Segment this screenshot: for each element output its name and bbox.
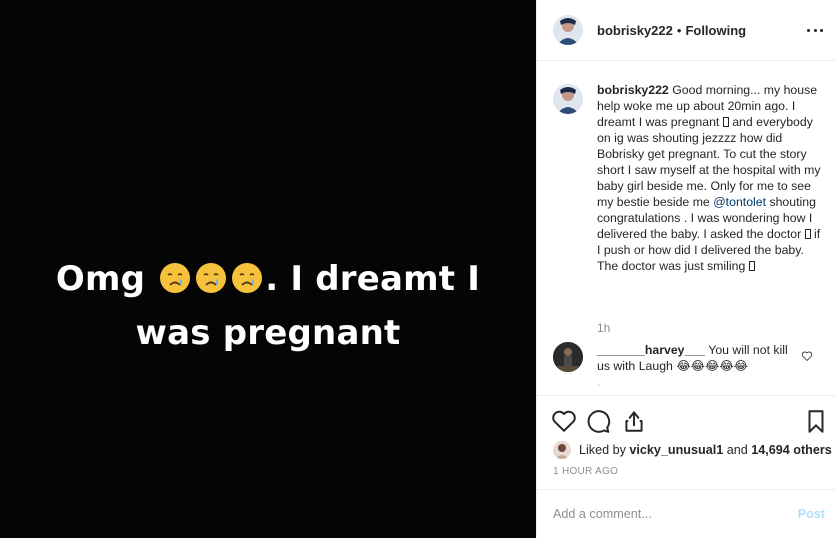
mention-link[interactable]: @tontolet — [713, 195, 766, 209]
post-button[interactable]: Post — [798, 507, 825, 521]
like-heart-icon[interactable] — [551, 408, 577, 434]
more-comments-peek: ˆ — [597, 384, 601, 395]
caption-timestamp[interactable]: 1h — [597, 321, 610, 335]
comment-like-heart-icon[interactable] — [801, 350, 813, 362]
liker-username-link[interactable]: vicky_unusual1 — [629, 443, 723, 457]
comment-input[interactable] — [553, 507, 783, 521]
laughing-emojis: 😂😂😂😂😂 — [676, 359, 749, 373]
missing-emoji-icon — [748, 261, 755, 271]
comment-bubble-icon[interactable] — [585, 408, 611, 434]
media-text: Omg . I dreamt I was pregnant — [0, 252, 536, 360]
avatar[interactable] — [553, 84, 583, 114]
likes-summary: Liked by vicky_unusual1 and 14,694 other… — [553, 441, 833, 459]
caption-username[interactable]: bobrisky222 — [597, 83, 669, 97]
instagram-post: Omg . I dreamt I was pregnant bobrisky22… — [0, 0, 836, 538]
following-button[interactable]: Following — [685, 23, 746, 38]
add-comment-bar: Post — [537, 489, 836, 538]
separator-dot: • — [676, 22, 682, 38]
post-header: bobrisky222 • Following — [537, 0, 836, 61]
crying-face-icon — [232, 263, 263, 293]
username-link[interactable]: bobrisky222 — [597, 23, 673, 38]
likes-count-link[interactable]: 14,694 others — [751, 443, 832, 457]
likes-prefix: Liked by — [579, 443, 630, 457]
comment-text: _______harvey___ You will not kill us wi… — [597, 342, 797, 374]
post-sidebar: bobrisky222 • Following bobrisky222 Good… — [536, 0, 836, 538]
comment-username[interactable]: _______harvey___ — [597, 343, 705, 357]
crying-face-icon — [160, 263, 191, 293]
likes-and: and — [723, 443, 752, 457]
likes-text: Liked by vicky_unusual1 and 14,694 other… — [579, 443, 832, 457]
caption-text: bobrisky222 Good morning... my house hel… — [597, 82, 821, 274]
post-timestamp[interactable]: 1 HOUR AGO — [553, 466, 618, 477]
avatar[interactable] — [553, 15, 583, 45]
comment-row: _______harvey___ You will not kill us wi… — [553, 342, 821, 374]
comments-section[interactable]: bobrisky222 Good morning... my house hel… — [537, 62, 836, 395]
media-text-line-1: Omg . I dreamt I — [0, 252, 536, 306]
more-options-icon[interactable] — [807, 22, 823, 38]
share-icon[interactable] — [621, 408, 647, 434]
avatar[interactable] — [553, 441, 571, 459]
media-text-omg: Omg — [55, 259, 146, 299]
caption-row: bobrisky222 Good morning... my house hel… — [553, 82, 821, 274]
avatar[interactable] — [553, 342, 583, 372]
crying-face-icon — [196, 263, 227, 293]
media-text-line-2: was pregnant — [135, 313, 401, 353]
media-text-dreamt: . I dreamt I — [265, 259, 481, 299]
save-bookmark-icon[interactable] — [803, 408, 829, 434]
post-media[interactable]: Omg . I dreamt I was pregnant — [0, 0, 536, 538]
action-bar — [537, 395, 836, 445]
